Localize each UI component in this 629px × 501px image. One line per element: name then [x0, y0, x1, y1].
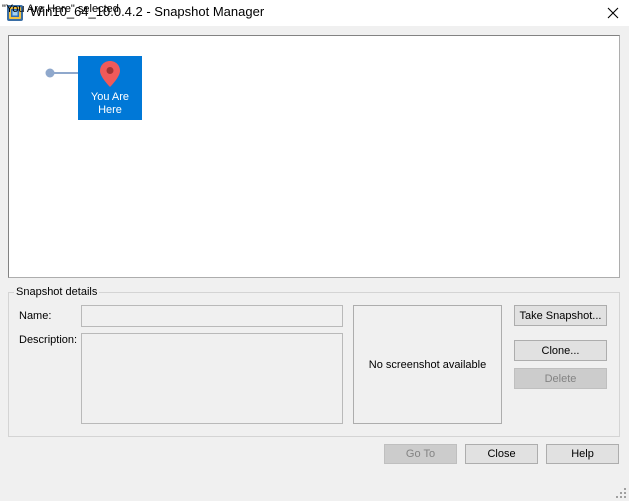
tree-node-label: You Are Here	[90, 91, 130, 116]
help-button[interactable]: Help	[546, 444, 619, 464]
snapshot-tree[interactable]: You Are Here	[8, 35, 620, 278]
map-pin-icon	[100, 61, 120, 87]
description-field	[81, 333, 343, 424]
screenshot-preview: No screenshot available	[353, 305, 502, 424]
description-label: Description:	[19, 334, 78, 346]
close-button[interactable]: Close	[465, 444, 538, 464]
screenshot-placeholder-text: No screenshot available	[368, 358, 487, 371]
status-bar	[0, 481, 629, 501]
tree-node-current-state[interactable]: You Are Here	[78, 56, 142, 120]
snapshot-details-title: Snapshot details	[14, 286, 100, 299]
take-snapshot-button[interactable]: Take Snapshot...	[514, 305, 607, 326]
clone-button[interactable]: Clone...	[514, 340, 607, 361]
go-to-button[interactable]: Go To	[384, 444, 457, 464]
name-label: Name:	[19, 310, 52, 322]
close-icon	[607, 7, 618, 19]
name-field	[81, 305, 343, 327]
close-window-button[interactable]	[596, 0, 629, 26]
status-text: "You Are Here" selected	[2, 3, 119, 15]
resize-grip-icon[interactable]	[615, 487, 627, 499]
delete-button[interactable]: Delete	[514, 368, 607, 389]
